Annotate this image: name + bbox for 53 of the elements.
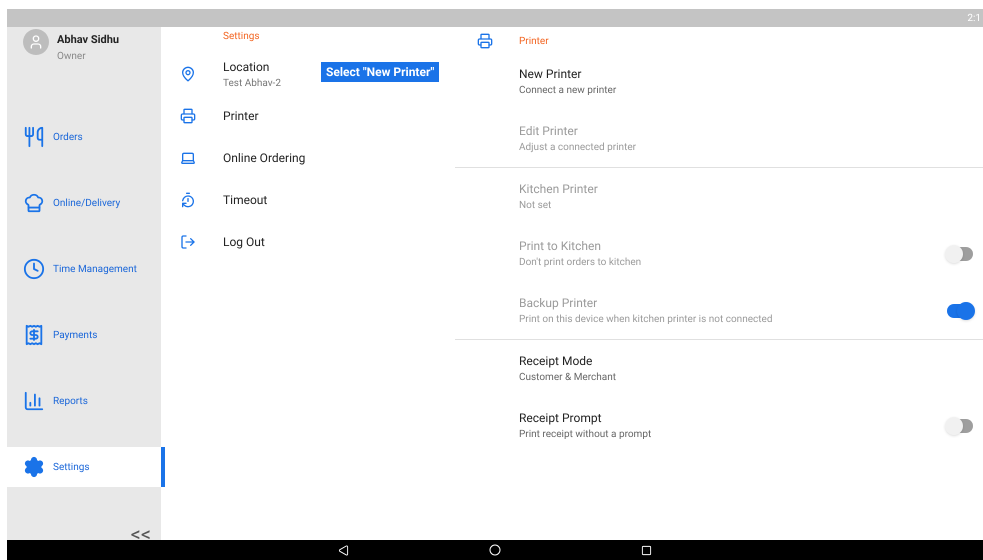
printer-icon: [180, 108, 196, 124]
setting-title: Receipt Mode: [519, 353, 594, 370]
settings-icon: [23, 456, 45, 478]
logout-icon: [180, 234, 196, 250]
setting-title: New Printer: [519, 66, 582, 83]
menu-item-subtitle: Test Abhav-2: [223, 76, 281, 90]
toggle-switch[interactable]: [947, 418, 973, 432]
status-time: 2:1: [967, 12, 981, 26]
printer-icon: [477, 33, 493, 49]
setting-subtitle: Print on this device when kitchen printer is not connected: [519, 313, 774, 327]
user-icon: [28, 34, 44, 50]
setting-title: Receipt Prompt: [519, 410, 603, 427]
printer-setting[interactable]: Receipt Prompt Print receipt without a prompt: [455, 397, 983, 454]
timer-icon: [180, 192, 196, 208]
setting-subtitle: Not set: [519, 199, 552, 213]
back-icon[interactable]: [338, 544, 349, 556]
menu-item[interactable]: Timeout: [161, 179, 316, 221]
menu-item[interactable]: Location Test Abhav-2: [161, 53, 316, 95]
section-title: Settings: [223, 30, 261, 44]
setting-title: Edit Printer: [519, 123, 579, 140]
panel-title: Printer: [519, 34, 549, 48]
home-icon[interactable]: [489, 544, 501, 556]
user-name: Abhav Sidhu: [57, 32, 120, 48]
sidebar-item[interactable]: Reports: [7, 381, 161, 421]
utensils-icon: [23, 126, 45, 148]
setting-subtitle: Customer & Merchant: [519, 371, 618, 385]
receipt-icon: [23, 324, 45, 346]
collapse-button[interactable]: <<: [130, 524, 151, 544]
setting-title: Print to Kitchen: [519, 238, 602, 255]
laptop-icon: [180, 150, 196, 166]
sidebar-item[interactable]: Online/Delivery: [7, 183, 161, 223]
printer-setting[interactable]: Receipt Mode Customer & Merchant: [455, 340, 983, 397]
chef-hat-icon: [23, 192, 45, 214]
clock-icon: [23, 258, 45, 280]
sidebar-item[interactable]: Orders: [7, 117, 161, 157]
menu-item[interactable]: Log Out: [161, 221, 316, 263]
recents-icon[interactable]: [641, 544, 652, 556]
setting-subtitle: Adjust a connected printer: [519, 141, 638, 155]
setting-title: Kitchen Printer: [519, 181, 599, 198]
menu-item[interactable]: Printer: [161, 95, 316, 137]
setting-subtitle: Print receipt without a prompt: [519, 428, 652, 442]
setting-subtitle: Connect a new printer: [519, 84, 618, 98]
printer-setting[interactable]: New Printer Connect a new printer: [455, 53, 983, 110]
setting-title: Backup Printer: [519, 295, 598, 312]
selection-indicator: [161, 447, 165, 487]
tooltip: Select "New Printer": [321, 62, 440, 82]
setting-subtitle: Don't print orders to kitchen: [519, 256, 642, 270]
user-role: Owner: [57, 50, 87, 64]
sidebar-item[interactable]: Payments: [7, 315, 161, 355]
menu-item[interactable]: Online Ordering: [161, 137, 316, 179]
bar-chart-icon: [23, 390, 45, 412]
sidebar-item[interactable]: Time Management: [7, 249, 161, 289]
map-pin-icon: [180, 66, 196, 82]
